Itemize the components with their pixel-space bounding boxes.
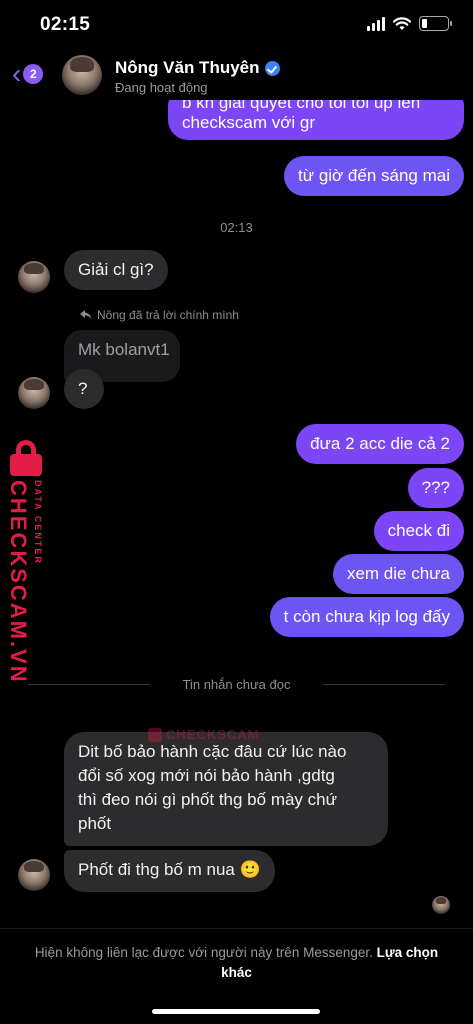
- battery-icon: [419, 16, 452, 31]
- home-indicator[interactable]: [152, 1009, 320, 1014]
- status-time: 02:15: [40, 14, 91, 35]
- message-outgoing[interactable]: ???: [407, 468, 464, 508]
- signal-icon: [367, 16, 385, 31]
- watermark-center-text: CHECKSCAM: [166, 727, 260, 742]
- status-bar: 02:15: [0, 0, 473, 50]
- back-chevron-icon: ‹: [12, 58, 22, 89]
- messenger-notice: Hiện không liên lạc được với người này t…: [0, 928, 473, 1024]
- contact-avatar[interactable]: [62, 55, 102, 95]
- sender-avatar[interactable]: [18, 377, 50, 409]
- sender-avatar[interactable]: [18, 859, 50, 891]
- watermark-logo: CHECKSCAM.VN DATA CENTER: [0, 438, 56, 684]
- unread-count-badge: 2: [23, 64, 44, 84]
- back-button[interactable]: ‹ 2: [12, 58, 44, 89]
- message-text-line: đổi số xog mới nói bảo hành ,gdtg: [78, 766, 335, 785]
- seen-avatar: [432, 896, 450, 914]
- wifi-icon: [393, 16, 411, 30]
- lock-icon: [148, 727, 162, 742]
- status-icons: [367, 16, 452, 31]
- chat-header: ‹ 2 Nông Văn Thuyên Đang hoạt động: [0, 50, 473, 100]
- reply-quote-text: Mk bolanvt1: [78, 340, 170, 359]
- message-outgoing[interactable]: xem die chưa: [332, 554, 464, 594]
- watermark-brand: CHECKSCAM.VN: [6, 480, 31, 684]
- notice-text: Hiện không liên lạc được với người này t…: [20, 943, 453, 983]
- message-outgoing[interactable]: từ giờ đến sáng mai: [284, 156, 464, 196]
- message-outgoing[interactable]: check đi: [373, 511, 464, 551]
- message-outgoing[interactable]: t còn chưa kịp log đấy: [269, 597, 464, 637]
- message-incoming[interactable]: ?: [64, 369, 104, 409]
- message-text-line: Dit bố bảo hành cặc đâu cứ lúc nào: [78, 742, 347, 761]
- message-text-line: thì đeo nói gì phốt thg bố mày chứ: [78, 790, 337, 809]
- watermark-sub: DATA CENTER: [33, 480, 43, 565]
- timestamp: 02:13: [220, 220, 253, 235]
- reply-note-text: Nông đã trả lời chính mình: [97, 308, 239, 322]
- reply-note: Nông đã trả lời chính mình: [80, 308, 239, 322]
- message-outgoing[interactable]: đưa 2 acc die cả 2: [296, 424, 464, 464]
- contact-name[interactable]: Nông Văn Thuyên: [115, 58, 280, 78]
- reply-arrow-icon: [80, 310, 92, 320]
- message-incoming[interactable]: Giải cl gì?: [64, 250, 168, 290]
- contact-status: Đang hoạt động: [115, 80, 208, 95]
- watermark-center: CHECKSCAM: [148, 727, 260, 742]
- message-text-line: checkscam với gr: [182, 113, 316, 132]
- notice-message: Hiện không liên lạc được với người này t…: [34, 945, 373, 960]
- message-text-line: phốt: [78, 814, 112, 833]
- sender-avatar[interactable]: [18, 261, 50, 293]
- contact-name-text: Nông Văn Thuyên: [115, 58, 260, 77]
- lock-icon: [8, 440, 44, 476]
- message-incoming[interactable]: Phốt đi thg bố m nua 🙂: [64, 850, 275, 892]
- verified-icon: [264, 60, 280, 76]
- unread-divider-label: Tin nhắn chưa đọc: [182, 677, 291, 692]
- message-incoming[interactable]: Dit bố bảo hành cặc đâu cứ lúc nào đổi s…: [64, 732, 388, 846]
